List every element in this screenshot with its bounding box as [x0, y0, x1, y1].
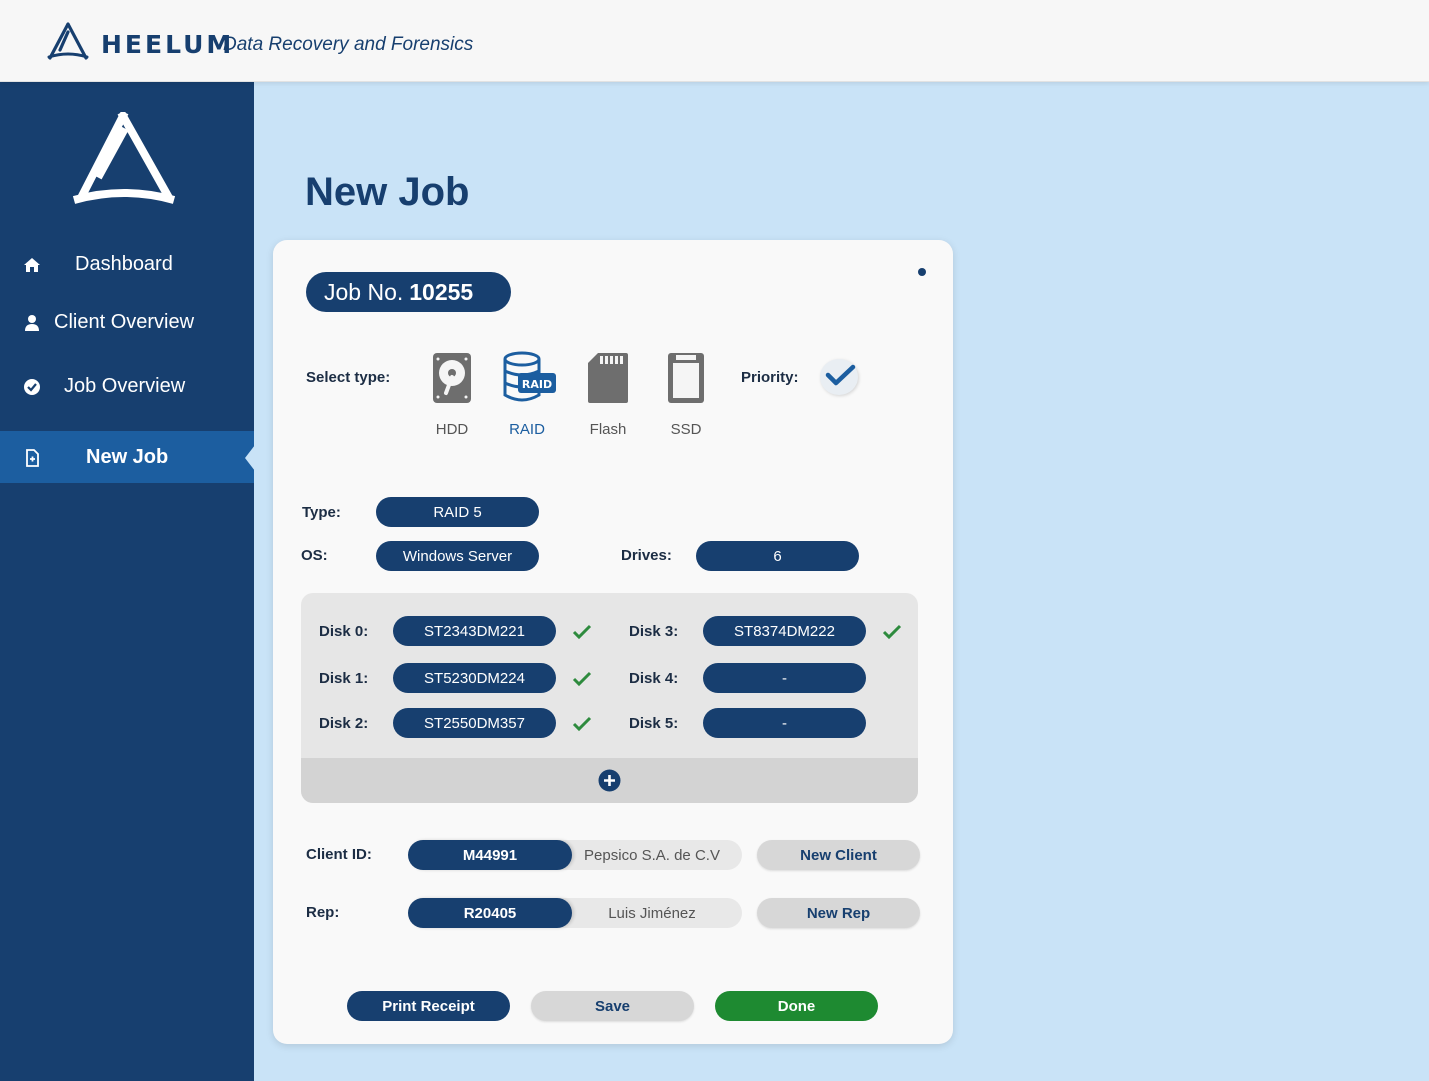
raid-type-select[interactable]: RAID 5 — [376, 497, 539, 527]
heelum-logo-icon — [47, 22, 89, 60]
new-rep-button[interactable]: New Rep — [757, 898, 920, 928]
raid-icon: RAID — [503, 351, 556, 402]
disk-1-serial-field[interactable]: ST5230DM224 — [393, 663, 556, 693]
drives-field-label: Drives: — [621, 547, 672, 564]
new-client-button[interactable]: New Client — [757, 840, 920, 870]
priority-checkbox[interactable] — [820, 359, 858, 395]
type-option-raid[interactable]: RAID RAID — [497, 351, 557, 438]
type-field-label: Type: — [302, 504, 341, 521]
user-icon — [25, 315, 39, 331]
type-option-hdd[interactable]: HDD — [422, 351, 482, 438]
sidebar-item-label: Job Overview — [64, 374, 186, 397]
home-icon — [24, 258, 40, 272]
disk-1-label: Disk 1: — [319, 670, 369, 687]
type-option-ssd[interactable]: SSD — [656, 351, 716, 438]
disk-0-label: Disk 0: — [319, 623, 369, 640]
new-document-icon — [26, 449, 39, 467]
disk-3-verified-check-icon — [882, 624, 902, 640]
disk-0-verified-check-icon — [572, 624, 592, 640]
disk-3-label: Disk 3: — [629, 623, 679, 640]
client-id-field[interactable]: M44991 — [408, 840, 572, 870]
job-number-prefix: Job No. — [324, 278, 404, 305]
type-option-label: RAID — [509, 421, 545, 438]
disk-1-verified-check-icon — [572, 671, 592, 687]
sidebar-item-job-overview[interactable]: Job Overview — [0, 360, 254, 412]
select-type-label: Select type: — [306, 369, 391, 386]
client-id-label: Client ID: — [306, 846, 372, 863]
plus-circle-icon — [598, 769, 621, 792]
drives-count-select[interactable]: 6 — [696, 541, 859, 571]
save-button[interactable]: Save — [531, 991, 694, 1021]
rep-label: Rep: — [306, 904, 340, 921]
sidebar-item-label: Client Overview — [54, 310, 195, 333]
brand-name: HEELUM — [101, 30, 235, 59]
sidebar-item-dashboard[interactable]: Dashboard — [0, 238, 254, 290]
sidebar: Dashboard Client Overview Job Overview N… — [0, 82, 255, 1081]
sidebar-item-new-job[interactable]: New Job — [0, 431, 255, 483]
disk-2-serial-field[interactable]: ST2550DM357 — [393, 708, 556, 738]
rep-id-field[interactable]: R20405 — [408, 898, 572, 928]
print-receipt-button[interactable]: Print Receipt — [347, 991, 510, 1021]
top-header: HEELUM Data Recovery and Forensics — [0, 0, 1429, 82]
disk-2-verified-check-icon — [572, 716, 592, 732]
sidebar-logo-icon — [72, 112, 176, 204]
sidebar-item-label: Dashboard — [75, 252, 173, 275]
type-option-flash[interactable]: Flash — [578, 351, 638, 438]
os-field-label: OS: — [301, 547, 328, 564]
disk-2-label: Disk 2: — [319, 715, 369, 732]
type-option-label: SSD — [670, 421, 702, 438]
disk-4-label: Disk 4: — [629, 670, 679, 687]
os-select[interactable]: Windows Server — [376, 541, 539, 571]
type-option-label: Flash — [589, 421, 627, 438]
add-disk-button[interactable] — [301, 758, 918, 803]
disk-0-serial-field[interactable]: ST2343DM221 — [393, 616, 556, 646]
disk-5-serial-field[interactable]: - — [703, 708, 866, 738]
brand-tagline: Data Recovery and Forensics — [223, 34, 474, 55]
job-number-badge: Job No. 10255 — [306, 272, 511, 312]
page-title: New Job — [305, 170, 470, 214]
type-option-label: HDD — [435, 421, 469, 438]
sidebar-item-client-overview[interactable]: Client Overview — [0, 296, 254, 348]
ssd-icon — [668, 353, 704, 403]
disk-5-label: Disk 5: — [629, 715, 679, 732]
done-button[interactable]: Done — [715, 991, 878, 1021]
sidebar-item-label: New Job — [86, 445, 169, 468]
job-number-value: 10255 — [409, 278, 474, 305]
check-circle-icon — [24, 379, 40, 395]
flash-card-icon — [588, 353, 628, 403]
disk-4-serial-field[interactable]: - — [703, 663, 866, 693]
disk-3-serial-field[interactable]: ST8374DM222 — [703, 616, 866, 646]
card-status-dot — [918, 268, 926, 276]
priority-label: Priority: — [741, 369, 799, 386]
checkmark-icon — [825, 364, 856, 386]
raid-badge-text: RAID — [522, 378, 552, 391]
hdd-icon — [433, 353, 471, 403]
